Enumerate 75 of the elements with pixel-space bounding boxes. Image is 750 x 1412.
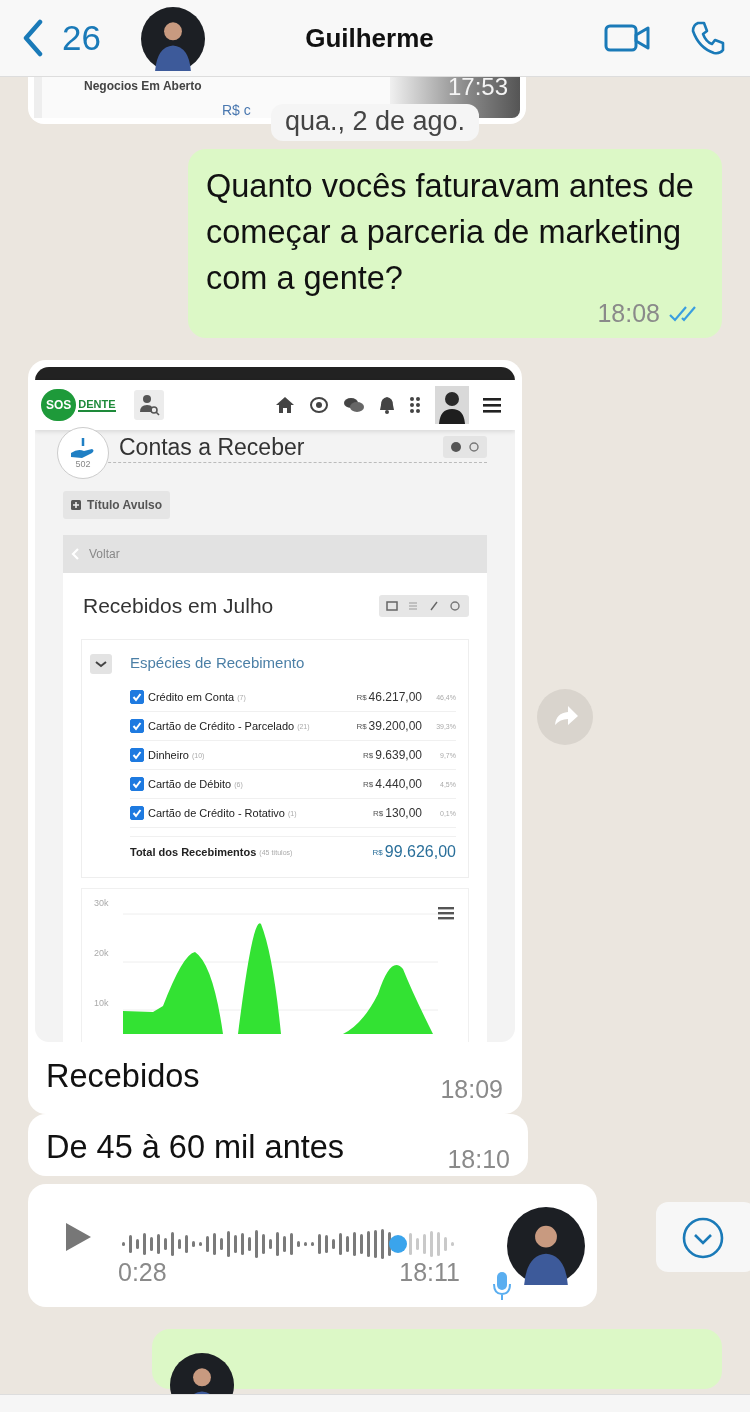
currency-symbol: R$ xyxy=(356,692,367,702)
axis-label: 30k xyxy=(94,898,109,908)
message-time: 18:08 xyxy=(597,299,660,328)
currency-symbol: R$ xyxy=(373,808,384,818)
bell-icon[interactable] xyxy=(379,396,395,414)
checkbox[interactable] xyxy=(130,690,144,704)
message-caption: Recebidos xyxy=(46,1057,200,1096)
back-button[interactable]: 26 xyxy=(22,18,101,58)
chart-menu-icon[interactable] xyxy=(438,907,454,920)
sos-dente-logo: SOS DENTE xyxy=(41,389,116,421)
message-text: Quanto vocês faturavam antes de começar a parceria de marketing com a gente? xyxy=(206,167,695,298)
payment-amount: 9.639,00 xyxy=(375,748,422,762)
page-code: 502 xyxy=(75,459,91,469)
play-button[interactable] xyxy=(64,1220,92,1253)
payment-type-label: Cartão de Crédito - Rotativo xyxy=(148,807,285,819)
video-call-icon[interactable] xyxy=(604,23,650,53)
date-separator: qua., 2 de ago. xyxy=(270,104,480,141)
microphone-icon xyxy=(493,1270,511,1301)
plus-square-icon xyxy=(71,500,81,510)
total-amount: 99.626,00 xyxy=(384,843,456,861)
checkbox[interactable] xyxy=(130,748,144,762)
currency-symbol: R$ xyxy=(372,847,383,857)
panel-toolbar-icons[interactable] xyxy=(379,595,469,617)
unread-count: 26 xyxy=(62,18,101,58)
user-search-icon[interactable] xyxy=(133,390,164,420)
checkbox[interactable] xyxy=(130,806,144,820)
message-text: De 45 à 60 mil antes xyxy=(46,1128,345,1167)
checkmark-icon xyxy=(132,750,142,760)
phone-call-icon[interactable] xyxy=(690,20,726,56)
checkbox[interactable] xyxy=(130,719,144,733)
home-icon[interactable] xyxy=(275,396,295,414)
message-time: 18:11 xyxy=(399,1258,460,1287)
checkbox[interactable] xyxy=(130,777,144,791)
chat-icon[interactable] xyxy=(343,396,365,414)
audio-duration: 0:28 xyxy=(118,1258,167,1287)
payment-amount: 39.200,00 xyxy=(368,719,422,733)
payment-type-label: Cartão de Débito xyxy=(148,778,232,790)
checkmark-icon xyxy=(132,721,142,731)
axis-label: 20k xyxy=(94,948,109,958)
axis-label: 10k xyxy=(94,998,109,1008)
message-time: 17:53 xyxy=(447,77,508,97)
back-chevron-icon xyxy=(71,548,79,560)
preview-title: Negocios Em Aberto xyxy=(84,79,203,93)
contact-avatar[interactable] xyxy=(140,7,205,71)
payment-type-label: Crédito em Conta xyxy=(148,691,235,703)
money-hand-icon xyxy=(70,437,96,459)
preview-detail: R$ c xyxy=(222,102,252,118)
info-refresh-buttons[interactable] xyxy=(443,436,487,458)
payment-amount: 4.440,00 xyxy=(375,777,422,791)
user-avatar[interactable] xyxy=(435,386,469,424)
checkmark-icon xyxy=(132,808,142,818)
currency-symbol: R$ xyxy=(356,721,367,731)
playback-thumb[interactable] xyxy=(389,1235,407,1253)
checkmark-icon xyxy=(132,779,142,789)
currency-symbol: R$ xyxy=(363,779,374,789)
add-title-button[interactable]: Título Avulso xyxy=(63,491,171,519)
scroll-down-button[interactable] xyxy=(656,1201,750,1272)
eye-icon[interactable] xyxy=(309,396,329,414)
currency-symbol: R$ xyxy=(363,750,374,760)
message-time: 18:10 xyxy=(447,1145,510,1174)
panel-title: Recebidos em Julho xyxy=(83,594,274,618)
contact-name[interactable]: Guilherme xyxy=(174,22,564,54)
collapse-button[interactable] xyxy=(90,654,112,674)
payment-type-label: Dinheiro xyxy=(148,749,189,761)
section-title: Espécies de Recebimento xyxy=(130,654,306,671)
page-title: Contas a Receber xyxy=(119,433,306,461)
message-time: 18:09 xyxy=(440,1075,503,1104)
menu-icon[interactable] xyxy=(483,397,501,413)
grid-icon[interactable] xyxy=(409,396,421,414)
back-chevron-icon xyxy=(22,19,44,57)
checkmark-icon xyxy=(132,692,142,702)
payment-type-label: Cartão de Crédito - Parcelado xyxy=(148,720,295,732)
payment-amount: 130,00 xyxy=(385,806,422,820)
total-label: Total dos Recebimentos xyxy=(130,846,257,858)
payment-amount: 46.217,00 xyxy=(368,690,422,704)
